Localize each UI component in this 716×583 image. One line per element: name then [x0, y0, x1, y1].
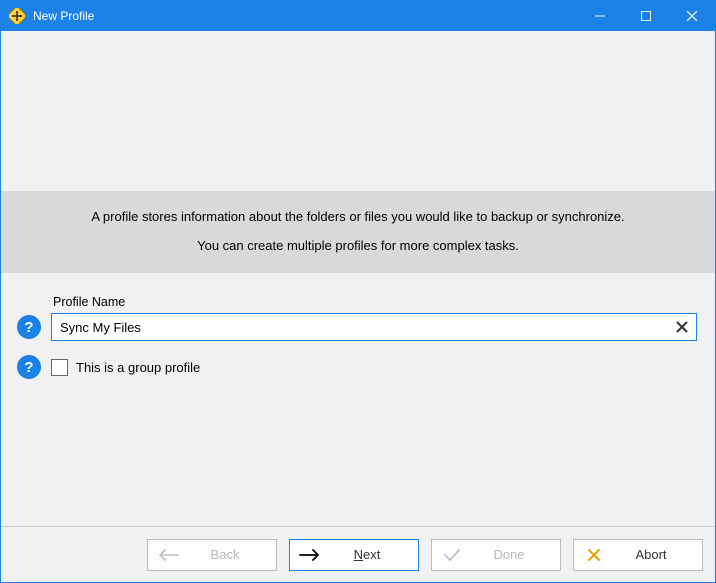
next-button-label: Next: [330, 547, 418, 562]
titlebar: New Profile: [1, 1, 715, 31]
done-button: Done: [431, 539, 561, 571]
next-button[interactable]: Next: [289, 539, 419, 571]
group-profile-label: This is a group profile: [76, 360, 200, 375]
check-icon: [432, 548, 472, 562]
close-button[interactable]: [669, 1, 715, 31]
done-button-label: Done: [472, 547, 560, 562]
info-text-2: You can create multiple profiles for mor…: [11, 238, 705, 253]
arrow-right-icon: [290, 548, 330, 562]
header-blank: [1, 31, 715, 191]
help-group-profile-button[interactable]: ?: [17, 355, 41, 379]
back-button-label: Back: [188, 547, 276, 562]
group-profile-checkbox[interactable]: [51, 359, 68, 376]
new-profile-window: New Profile A profile stores information…: [0, 0, 716, 583]
info-band: A profile stores information about the f…: [1, 191, 715, 273]
profile-name-label: Profile Name: [53, 295, 697, 309]
arrow-left-icon: [148, 548, 188, 562]
profile-name-input[interactable]: [51, 313, 697, 341]
app-icon: [9, 8, 25, 24]
form-area: ? Profile Name ?: [1, 273, 715, 403]
footer: Back Next Done Abort: [1, 526, 715, 582]
abort-button-label: Abort: [614, 547, 702, 562]
back-button: Back: [147, 539, 277, 571]
window-title: New Profile: [33, 9, 94, 23]
close-icon: [574, 548, 614, 562]
minimize-button[interactable]: [577, 1, 623, 31]
abort-button[interactable]: Abort: [573, 539, 703, 571]
help-icon: ?: [24, 319, 33, 336]
clear-input-button[interactable]: [671, 316, 693, 338]
maximize-button[interactable]: [623, 1, 669, 31]
help-icon: ?: [24, 359, 33, 376]
help-profile-name-button[interactable]: ?: [17, 315, 41, 339]
info-text-1: A profile stores information about the f…: [11, 209, 705, 224]
content-area: A profile stores information about the f…: [1, 31, 715, 582]
